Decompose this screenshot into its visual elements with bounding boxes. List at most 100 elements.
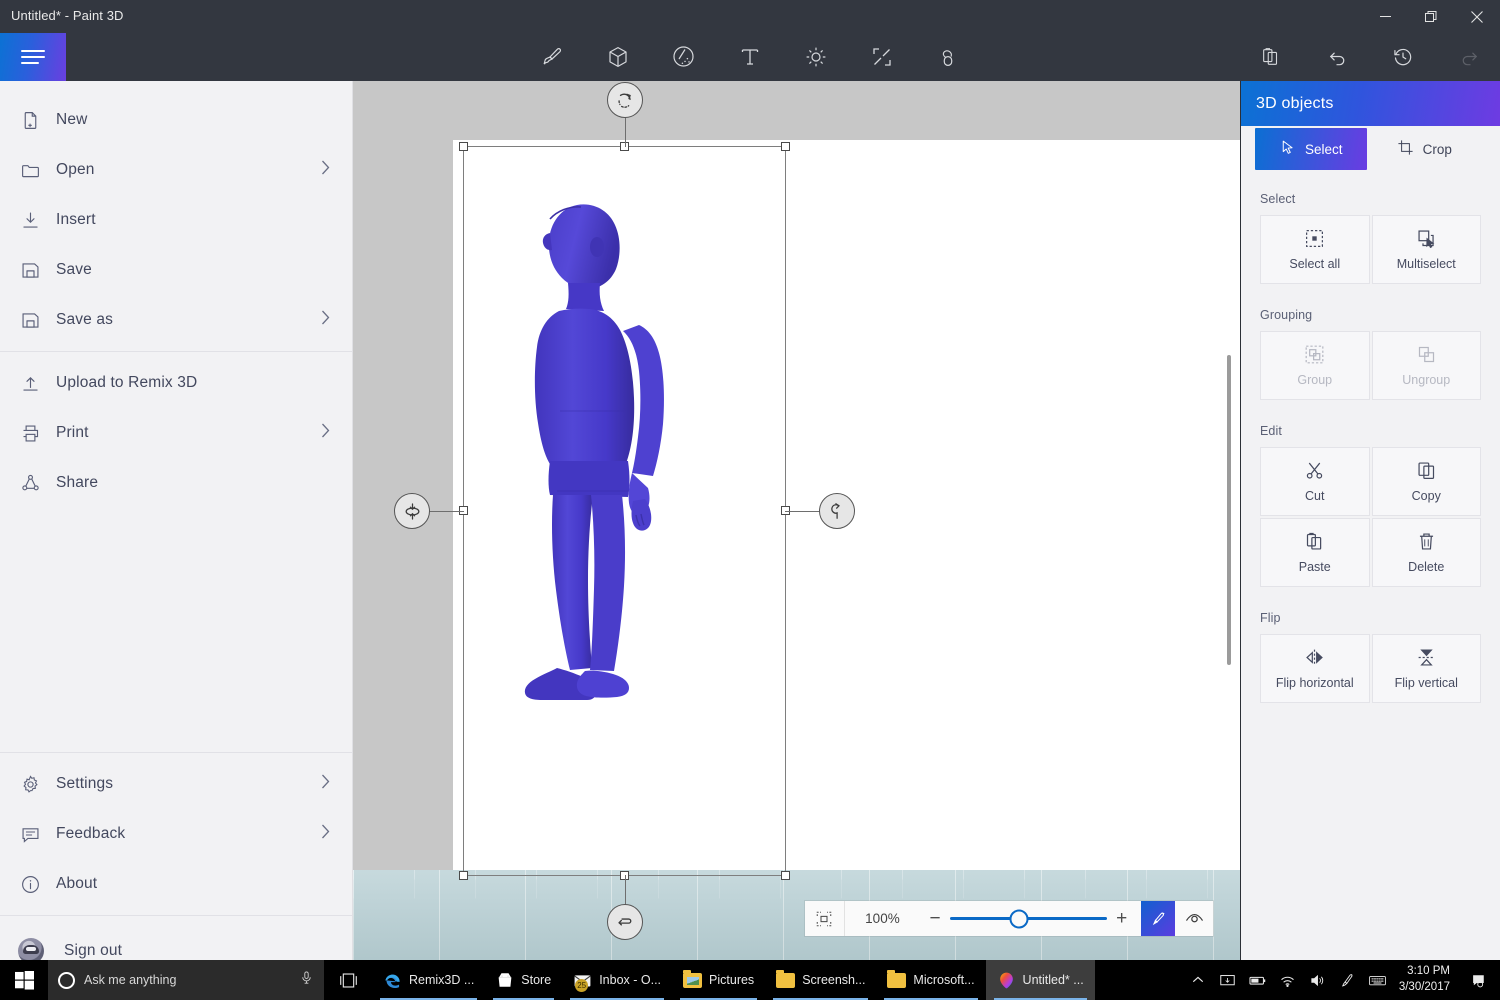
resize-handle-top-left[interactable] bbox=[459, 142, 468, 151]
taskbar-app-label: Untitled* ... bbox=[1022, 973, 1084, 987]
window-title: Untitled* - Paint 3D bbox=[11, 8, 124, 23]
undo-icon[interactable] bbox=[1320, 40, 1354, 74]
flip-horizontal-button[interactable]: Flip horizontal bbox=[1260, 634, 1370, 703]
menu-item-about[interactable]: About bbox=[0, 859, 352, 909]
section-title-edit: Edit bbox=[1260, 424, 1282, 438]
right-panel-scrollbar[interactable] bbox=[1227, 355, 1231, 665]
taskbar-app-label: Pictures bbox=[709, 973, 755, 987]
ungroup-button[interactable]: Ungroup bbox=[1371, 331, 1481, 400]
taskbar-app-inbox[interactable]: 25 Inbox - O... bbox=[562, 960, 672, 1000]
zoom-in-button[interactable]: + bbox=[1107, 901, 1137, 936]
maximize-restore-button[interactable] bbox=[1408, 0, 1454, 33]
search-box[interactable]: Ask me anything bbox=[48, 960, 324, 1000]
canvas-icon[interactable] bbox=[865, 40, 899, 74]
copy-button[interactable]: Copy bbox=[1371, 447, 1481, 516]
delete-button[interactable]: Delete bbox=[1371, 518, 1481, 587]
zoom-slider[interactable] bbox=[949, 901, 1107, 936]
resize-handle-bottom-right[interactable] bbox=[781, 871, 790, 880]
pen-workspace-icon[interactable] bbox=[1333, 960, 1363, 1000]
menu-item-save-as[interactable]: Save as bbox=[0, 295, 352, 345]
taskbar-app-remix3d[interactable]: Remix3D ... bbox=[372, 960, 485, 1000]
rotate-flat-handle[interactable] bbox=[606, 904, 643, 940]
2d-view-button[interactable] bbox=[1140, 901, 1176, 936]
stickers-icon[interactable] bbox=[667, 40, 701, 74]
clock[interactable]: 3:10 PM 3/30/2017 bbox=[1393, 964, 1462, 995]
select-all-button[interactable]: Select all bbox=[1260, 215, 1370, 284]
paste-button[interactable]: Paste bbox=[1260, 518, 1370, 587]
tile-label: Group bbox=[1297, 373, 1333, 387]
3d-shapes-icon[interactable] bbox=[601, 40, 635, 74]
taskbar-app-label: Screensh... bbox=[802, 973, 866, 987]
menu-item-open[interactable]: Open bbox=[0, 145, 352, 195]
minimize-button[interactable] bbox=[1362, 0, 1408, 33]
menu-item-insert[interactable]: Insert bbox=[0, 195, 352, 245]
tab-select[interactable]: Select bbox=[1255, 128, 1367, 170]
history-icon[interactable] bbox=[1386, 40, 1420, 74]
task-view-button[interactable] bbox=[324, 960, 372, 1000]
microphone-icon[interactable] bbox=[299, 970, 314, 990]
hamburger-icon bbox=[21, 46, 45, 68]
resize-handle-bottom-left[interactable] bbox=[459, 871, 468, 880]
flip-horizontal-icon bbox=[1304, 647, 1325, 668]
zoom-out-button[interactable]: − bbox=[920, 901, 950, 936]
section-title-select: Select bbox=[1260, 192, 1296, 206]
selection-bounding-box[interactable] bbox=[394, 82, 855, 940]
redo-icon[interactable] bbox=[1452, 40, 1486, 74]
start-button[interactable] bbox=[0, 960, 48, 1000]
3d-view-button[interactable] bbox=[1175, 901, 1213, 936]
menu-button[interactable] bbox=[0, 33, 66, 81]
rotate-pitch-handle[interactable] bbox=[394, 493, 430, 529]
volume-icon[interactable] bbox=[1303, 960, 1333, 1000]
show-hidden-icons-icon[interactable] bbox=[1183, 960, 1213, 1000]
panel-body: Select Select all Multiselect Grouping G… bbox=[1241, 170, 1500, 703]
menu-item-settings[interactable]: Settings bbox=[0, 759, 352, 809]
menu-divider bbox=[0, 752, 352, 753]
touch-keyboard-icon[interactable] bbox=[1363, 960, 1393, 1000]
taskbar-app-microsoft[interactable]: Microsoft... bbox=[876, 960, 985, 1000]
menu-item-save[interactable]: Save bbox=[0, 245, 352, 295]
battery-icon[interactable] bbox=[1243, 960, 1273, 1000]
menu-item-print[interactable]: Print bbox=[0, 408, 352, 458]
taskbar-app-store[interactable]: Store bbox=[485, 960, 562, 1000]
tile-label: Flip horizontal bbox=[1275, 676, 1354, 690]
zoom-slider-thumb[interactable] bbox=[1009, 909, 1029, 928]
3d-objects-panel: 3D objects Select Crop Select Select all… bbox=[1241, 81, 1500, 980]
chevron-right-icon bbox=[321, 310, 330, 330]
resize-handle-top-right[interactable] bbox=[781, 142, 790, 151]
close-button[interactable] bbox=[1454, 0, 1500, 33]
group-button[interactable]: Group bbox=[1260, 331, 1370, 400]
remix-3d-icon[interactable] bbox=[1254, 40, 1288, 74]
canvas-stage[interactable] bbox=[353, 81, 1240, 980]
menu-item-share[interactable]: Share bbox=[0, 458, 352, 508]
menu-item-label: Settings bbox=[56, 775, 114, 792]
fit-to-canvas-button[interactable] bbox=[805, 901, 845, 936]
section-grid-select: Select all Multiselect bbox=[1260, 215, 1481, 284]
effects-icon[interactable] bbox=[799, 40, 833, 74]
clipboard-icon bbox=[1304, 531, 1325, 552]
taskbar-app-pictures[interactable]: Pictures bbox=[672, 960, 765, 1000]
rotate-yaw-handle[interactable] bbox=[819, 493, 855, 529]
tile-label: Cut bbox=[1305, 489, 1325, 503]
menu-divider bbox=[0, 351, 352, 352]
cursor-icon bbox=[1279, 139, 1296, 159]
menu-item-upload-to-remix-3d[interactable]: Upload to Remix 3D bbox=[0, 358, 352, 408]
rotate-roll-handle[interactable] bbox=[606, 82, 643, 118]
art-tools-icon[interactable] bbox=[535, 40, 569, 74]
taskbar-app-screenshots[interactable]: Screensh... bbox=[765, 960, 876, 1000]
menu-item-label: Save as bbox=[56, 311, 114, 328]
text-icon[interactable] bbox=[733, 40, 767, 74]
menu-item-new[interactable]: New bbox=[0, 95, 352, 145]
tile-label: Paste bbox=[1298, 560, 1331, 574]
project-display-icon[interactable] bbox=[1213, 960, 1243, 1000]
section-title-grouping: Grouping bbox=[1260, 308, 1313, 322]
multiselect-button[interactable]: Multiselect bbox=[1371, 215, 1481, 284]
tab-crop[interactable]: Crop bbox=[1369, 128, 1481, 170]
cut-button[interactable]: Cut bbox=[1260, 447, 1370, 516]
action-center-button[interactable] bbox=[1462, 960, 1496, 1000]
wifi-icon[interactable] bbox=[1273, 960, 1303, 1000]
flip-vertical-button[interactable]: Flip vertical bbox=[1371, 634, 1481, 703]
3d-doodle-icon[interactable] bbox=[931, 40, 965, 74]
menu-item-feedback[interactable]: Feedback bbox=[0, 809, 352, 859]
taskbar-app-paint3d[interactable]: Untitled* ... bbox=[985, 960, 1095, 1000]
folder-pictures-icon bbox=[683, 969, 703, 988]
